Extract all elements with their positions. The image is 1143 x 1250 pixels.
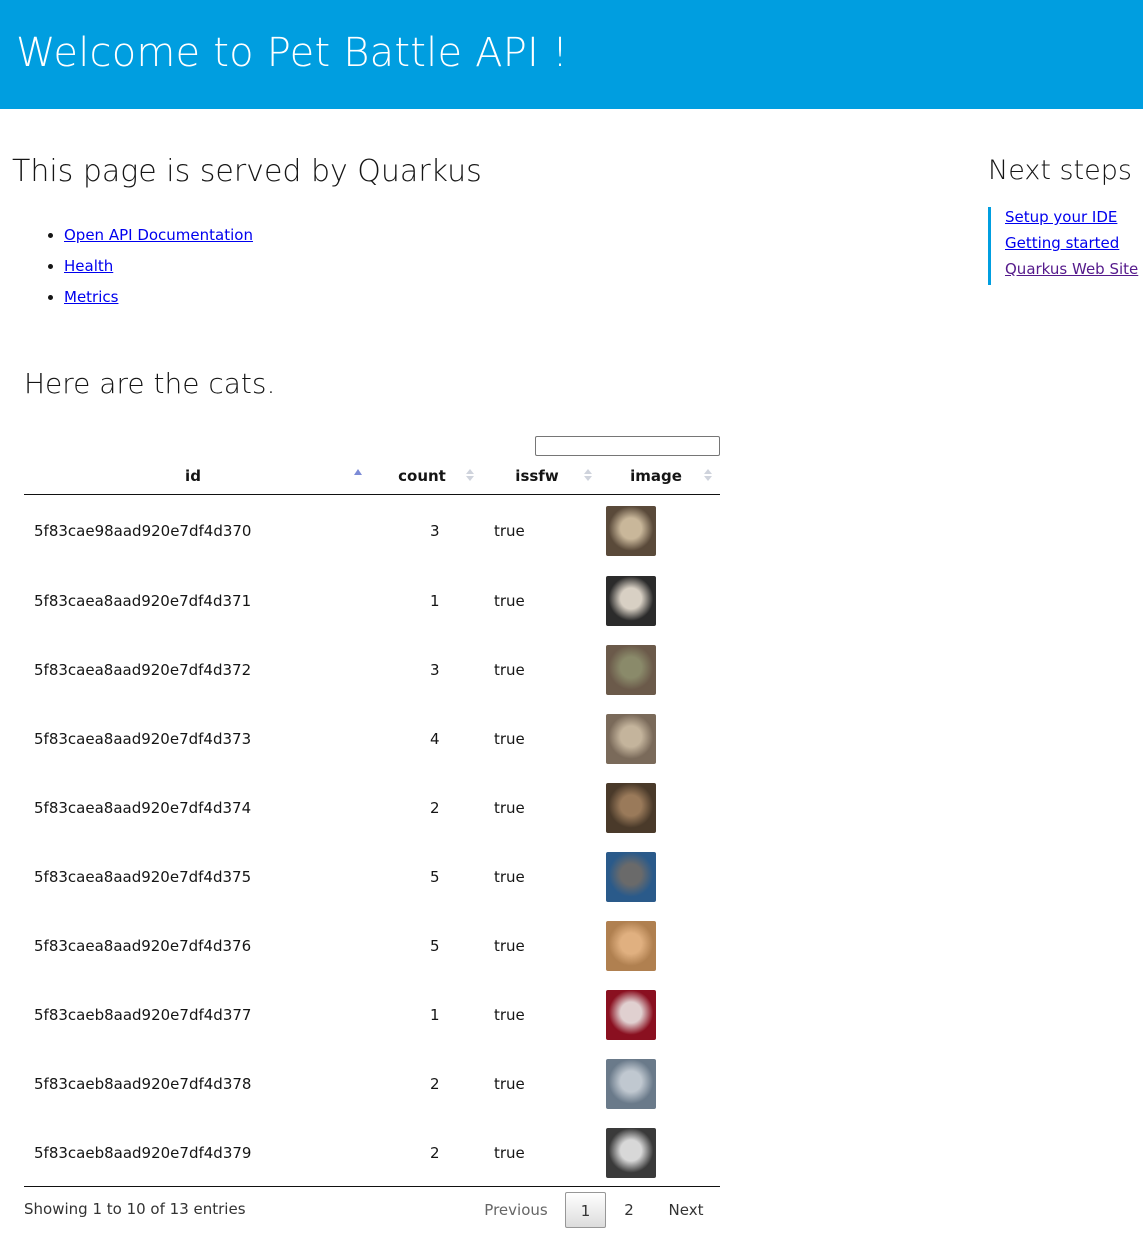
cell-issfw: true xyxy=(494,1005,525,1024)
previous-page-button[interactable]: Previous xyxy=(470,1192,562,1228)
cell-issfw: true xyxy=(494,660,525,679)
table-row: 5f83caeb8aad920e7df4d378 2 true xyxy=(24,1049,720,1118)
cell-count: 1 xyxy=(430,591,440,610)
cell-count: 2 xyxy=(430,1143,440,1162)
page-header: Welcome to Pet Battle API ! xyxy=(0,0,1143,109)
page-2-button[interactable]: 2 xyxy=(610,1192,648,1228)
cell-image xyxy=(600,635,720,704)
cell-count: 3 xyxy=(430,660,440,679)
cell-issfw: true xyxy=(494,798,525,817)
cell-count: 5 xyxy=(430,936,440,955)
list-item: Health xyxy=(64,251,253,282)
next-page-button[interactable]: Next xyxy=(654,1192,718,1228)
cell-issfw: true xyxy=(494,591,525,610)
cat-thumbnail-image[interactable] xyxy=(606,1127,656,1178)
cell-id: 5f83caeb8aad920e7df4d379 xyxy=(34,1143,252,1162)
list-item: Metrics xyxy=(64,282,253,313)
served-by-heading: This page is served by Quarkus xyxy=(12,154,482,189)
cell-id: 5f83caea8aad920e7df4d374 xyxy=(34,798,252,817)
cell-count: 4 xyxy=(430,729,440,748)
cell-issfw: true xyxy=(494,936,525,955)
cell-image xyxy=(600,704,720,773)
table-row: 5f83caea8aad920e7df4d373 4 true xyxy=(24,704,720,773)
next-steps-list: Setup your IDE Getting started Quarkus W… xyxy=(988,207,1143,285)
cats-heading: Here are the cats. xyxy=(24,367,276,400)
cat-thumbnail-image[interactable] xyxy=(606,505,656,556)
cell-id: 5f83cae98aad920e7df4d370 xyxy=(34,521,252,540)
cats-table: id count issfw image 5f83cae98aad920e7df… xyxy=(24,458,720,1187)
cell-count: 3 xyxy=(430,521,440,540)
cat-thumbnail-image[interactable] xyxy=(606,713,656,764)
cell-count: 5 xyxy=(430,867,440,886)
sort-both-icon xyxy=(704,467,712,483)
table-row: 5f83cae98aad920e7df4d370 3 true xyxy=(24,495,720,567)
cat-thumbnail-image[interactable] xyxy=(606,920,656,971)
sort-both-icon xyxy=(584,467,592,483)
cell-issfw: true xyxy=(494,1143,525,1162)
table-header-row: id count issfw image xyxy=(24,458,720,495)
cell-id: 5f83caea8aad920e7df4d373 xyxy=(34,729,252,748)
cell-issfw: true xyxy=(494,729,525,748)
cell-image xyxy=(600,980,720,1049)
cat-thumbnail-image[interactable] xyxy=(606,851,656,902)
column-header-label: id xyxy=(185,467,201,485)
table-search-input[interactable] xyxy=(535,436,720,456)
next-steps-title: Next steps xyxy=(988,155,1132,186)
cat-thumbnail-image[interactable] xyxy=(606,1058,656,1109)
cat-thumbnail-image[interactable] xyxy=(606,989,656,1040)
cell-image xyxy=(600,1049,720,1118)
cell-id: 5f83caea8aad920e7df4d372 xyxy=(34,660,252,679)
cat-thumbnail-image[interactable] xyxy=(606,782,656,833)
cell-image xyxy=(600,773,720,842)
quarkus-website-link[interactable]: Quarkus Web Site xyxy=(1005,254,1143,285)
metrics-link[interactable]: Metrics xyxy=(64,288,118,306)
column-header-image[interactable]: image xyxy=(600,458,720,495)
sort-ascending-icon xyxy=(354,467,362,483)
cell-image xyxy=(600,911,720,980)
cell-count: 1 xyxy=(430,1005,440,1024)
open-api-docs-link[interactable]: Open API Documentation xyxy=(64,226,253,244)
health-link[interactable]: Health xyxy=(64,257,113,275)
cell-count: 2 xyxy=(430,798,440,817)
table-row: 5f83caea8aad920e7df4d375 5 true xyxy=(24,842,720,911)
column-header-issfw[interactable]: issfw xyxy=(482,458,600,495)
list-item: Open API Documentation xyxy=(64,220,253,251)
cell-issfw: true xyxy=(494,521,525,540)
page-1-button[interactable]: 1 xyxy=(565,1192,606,1228)
cell-id: 5f83caea8aad920e7df4d376 xyxy=(34,936,252,955)
page-title: Welcome to Pet Battle API ! xyxy=(16,30,569,76)
table-row: 5f83caeb8aad920e7df4d377 1 true xyxy=(24,980,720,1049)
column-header-label: count xyxy=(398,467,446,485)
cell-image xyxy=(600,566,720,635)
api-links-list: Open API Documentation Health Metrics xyxy=(24,220,253,313)
table-row: 5f83caea8aad920e7df4d371 1 true xyxy=(24,566,720,635)
cell-id: 5f83caea8aad920e7df4d371 xyxy=(34,591,252,610)
cell-id: 5f83caea8aad920e7df4d375 xyxy=(34,867,252,886)
column-header-label: issfw xyxy=(515,467,559,485)
cat-thumbnail-image[interactable] xyxy=(606,575,656,626)
table-info: Showing 1 to 10 of 13 entries xyxy=(24,1200,246,1218)
column-header-id[interactable]: id xyxy=(24,458,370,495)
table-row: 5f83caea8aad920e7df4d372 3 true xyxy=(24,635,720,704)
column-header-count[interactable]: count xyxy=(370,458,482,495)
cell-image xyxy=(600,1118,720,1187)
sort-both-icon xyxy=(466,467,474,483)
cell-id: 5f83caeb8aad920e7df4d378 xyxy=(34,1074,252,1093)
cell-count: 2 xyxy=(430,1074,440,1093)
cell-issfw: true xyxy=(494,867,525,886)
table-row: 5f83caeb8aad920e7df4d379 2 true xyxy=(24,1118,720,1187)
cell-image xyxy=(600,495,720,567)
cat-thumbnail-image[interactable] xyxy=(606,644,656,695)
column-header-label: image xyxy=(630,467,682,485)
table-row: 5f83caea8aad920e7df4d376 5 true xyxy=(24,911,720,980)
cell-id: 5f83caeb8aad920e7df4d377 xyxy=(34,1005,252,1024)
table-row: 5f83caea8aad920e7df4d374 2 true xyxy=(24,773,720,842)
cell-issfw: true xyxy=(494,1074,525,1093)
cell-image xyxy=(600,842,720,911)
table-bottom-border xyxy=(24,1186,720,1187)
